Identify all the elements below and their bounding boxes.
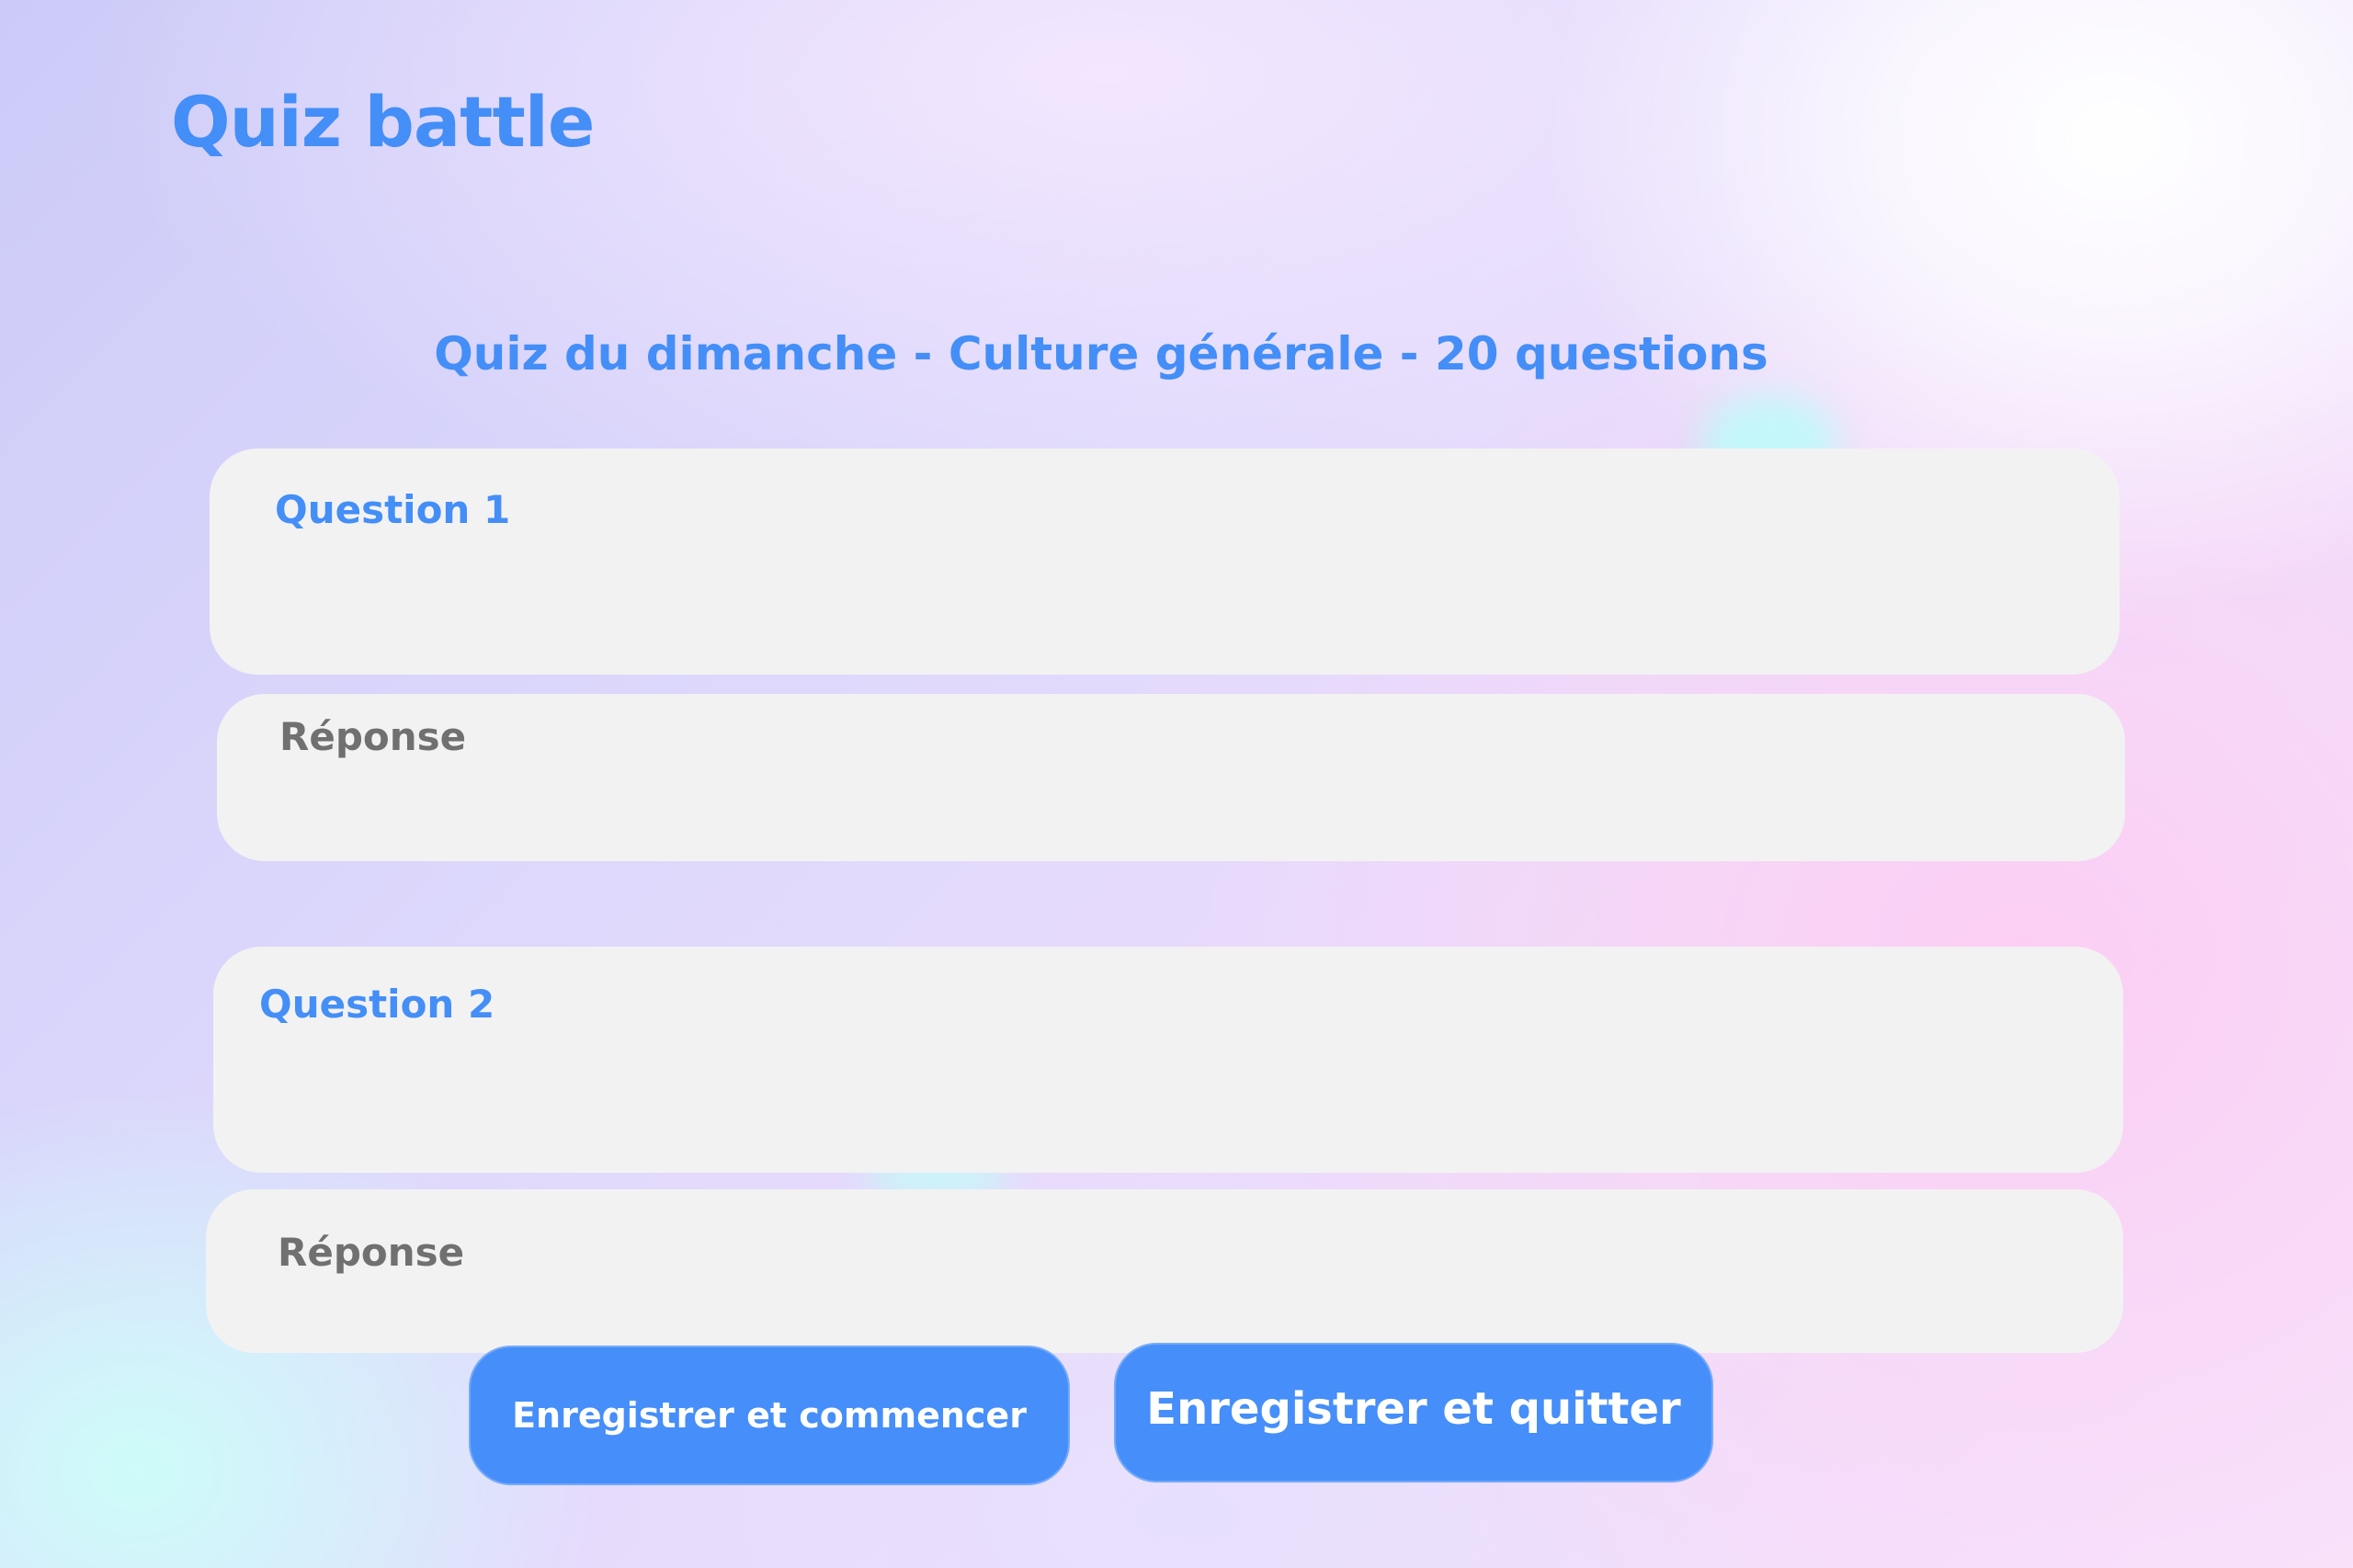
- quiz-subtitle: Quiz du dimanche - Culture générale - 20…: [434, 327, 1768, 381]
- save-and-quit-button[interactable]: Enregistrer et quitter: [1114, 1343, 1713, 1483]
- answer-1-label: Réponse: [279, 714, 467, 759]
- question-1-field[interactable]: Question 1: [210, 449, 2120, 675]
- answer-2-field[interactable]: Réponse: [206, 1189, 2123, 1353]
- question-2-label: Question 2: [259, 982, 495, 1027]
- question-2-field[interactable]: Question 2: [213, 947, 2123, 1173]
- question-1-label: Question 1: [275, 487, 511, 532]
- save-and-start-button[interactable]: Enregistrer et commencer: [469, 1346, 1070, 1485]
- app-title: Quiz battle: [171, 81, 595, 163]
- answer-1-field[interactable]: Réponse: [217, 694, 2125, 861]
- answer-2-label: Réponse: [278, 1230, 465, 1275]
